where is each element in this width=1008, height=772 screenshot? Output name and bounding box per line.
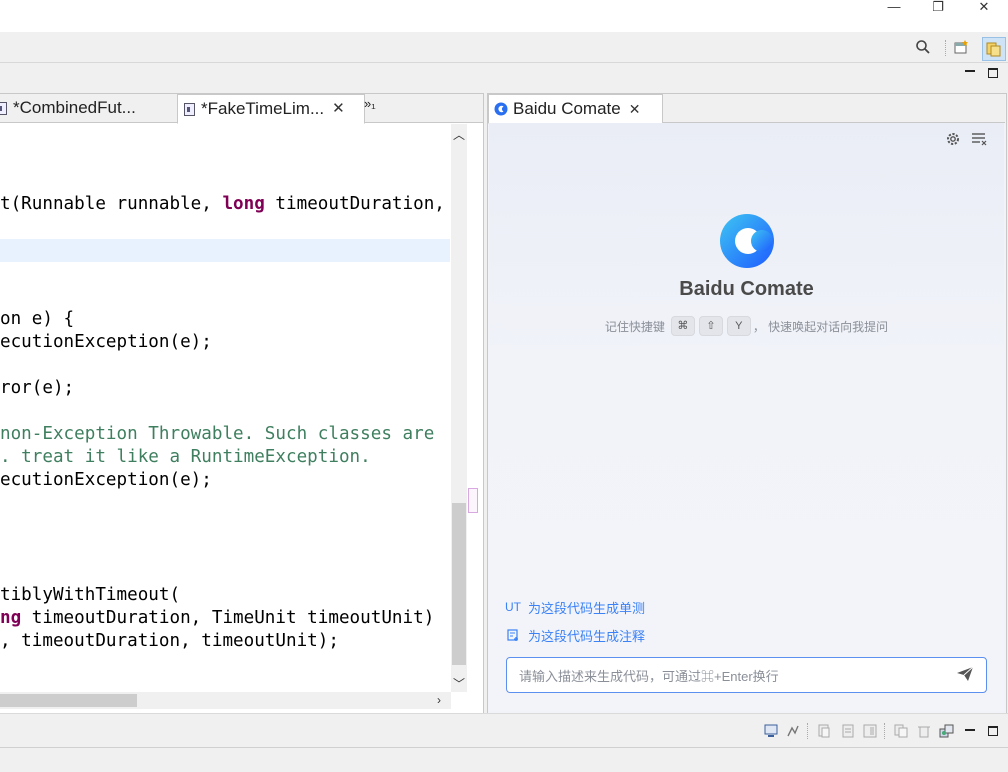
code-line: ecutionException(e); bbox=[0, 331, 212, 354]
chat-input[interactable] bbox=[517, 658, 941, 694]
code-token: on e) { bbox=[0, 309, 75, 329]
hierarchy-icon[interactable] bbox=[816, 723, 832, 739]
copy-icon[interactable] bbox=[893, 723, 909, 739]
task-list-icon[interactable] bbox=[785, 723, 801, 739]
close-tab-icon[interactable]: ✕ bbox=[629, 95, 641, 123]
java-file-icon bbox=[0, 101, 7, 115]
current-line-highlight bbox=[0, 239, 450, 262]
chat-input-box bbox=[506, 657, 987, 694]
java-perspective-icon bbox=[986, 42, 1001, 57]
add-comment-icon bbox=[506, 628, 520, 642]
console-icon[interactable] bbox=[763, 723, 779, 739]
code-token: tiblyWithTimeout( bbox=[0, 585, 181, 605]
code-token: long bbox=[222, 194, 265, 214]
code-line: ecutionException(e); bbox=[0, 469, 212, 492]
overview-ruler-marker[interactable] bbox=[468, 488, 478, 513]
bottom-trim-bar bbox=[0, 713, 1008, 748]
hint-prefix: 记住快捷键 bbox=[604, 319, 665, 334]
trim-separator bbox=[807, 723, 808, 739]
code-line: tiblyWithTimeout( bbox=[0, 584, 180, 607]
trim-separator bbox=[884, 723, 885, 739]
minimize-view-icon[interactable] bbox=[965, 729, 975, 731]
search-icon[interactable] bbox=[914, 38, 932, 56]
code-token: , timeoutDuration, timeoutUnit); bbox=[0, 631, 339, 651]
generate-unit-test-link[interactable]: UT 为这段代码生成单测 bbox=[505, 598, 646, 616]
code-line: non-Exception Throwable. Such classes ar… bbox=[0, 423, 434, 446]
code-line: on e) { bbox=[0, 308, 74, 331]
code-token: ecutionException(e); bbox=[0, 470, 212, 490]
tab-baidu-comate[interactable]: Baidu Comate ✕ bbox=[488, 94, 663, 124]
shift-key-badge: ⇧ bbox=[698, 316, 723, 336]
code-token: . treat it like a RuntimeException. bbox=[0, 447, 371, 467]
debug-icon[interactable] bbox=[939, 723, 955, 739]
toolbar-separator bbox=[945, 40, 947, 56]
code-line: . treat it like a RuntimeException. bbox=[0, 446, 371, 469]
comate-logo-icon bbox=[494, 102, 508, 116]
code-token: non-Exception Throwable. Such classes ar… bbox=[0, 424, 435, 444]
close-tab-icon[interactable]: ✕ bbox=[332, 95, 345, 123]
minimize-window-button[interactable]: — bbox=[884, 0, 904, 14]
tab-label: *CombinedFut... bbox=[13, 98, 136, 117]
code-area[interactable]: t(Runnable runnable, long timeoutDuratio… bbox=[0, 124, 450, 692]
code-token: timeoutDuration, TimeUnit timeoutUnit) bbox=[21, 608, 435, 628]
shortcut-hint: 记住快捷键 ⌘ ⇧ Y ， 快速唤起对话向我提问 bbox=[489, 316, 1004, 336]
command-key-badge: ⌘ bbox=[670, 316, 695, 336]
code-token: ecutionException(e); bbox=[0, 332, 212, 352]
vertical-scroll-thumb[interactable] bbox=[452, 503, 466, 665]
code-token: ng bbox=[0, 608, 22, 628]
send-icon[interactable] bbox=[956, 666, 974, 687]
code-line: , timeoutDuration, timeoutUnit); bbox=[0, 630, 339, 653]
type-hierarchy-icon[interactable] bbox=[862, 723, 878, 739]
code-line: t(Runnable runnable, long timeoutDuratio… bbox=[0, 193, 445, 216]
restore-window-button[interactable]: ❐ bbox=[928, 0, 948, 14]
more-tabs-button[interactable]: »₁ bbox=[364, 96, 376, 111]
scroll-right-icon[interactable]: › bbox=[437, 693, 441, 707]
maximize-view-icon[interactable] bbox=[988, 726, 998, 736]
tab-combined-futures[interactable]: *CombinedFut... bbox=[0, 94, 172, 122]
settings-gear-icon[interactable] bbox=[945, 131, 961, 152]
delete-icon[interactable] bbox=[916, 723, 932, 739]
window-title-bar bbox=[0, 0, 1008, 32]
scroll-down-icon[interactable]: ﹀ bbox=[453, 675, 465, 692]
generate-comment-link[interactable]: 为这段代码生成注释 bbox=[506, 626, 645, 644]
horizontal-scroll-thumb[interactable] bbox=[0, 694, 137, 707]
scroll-up-icon[interactable]: ︿ bbox=[453, 126, 465, 143]
minimize-view-icon[interactable] bbox=[965, 70, 975, 72]
unit-test-icon: UT bbox=[505, 600, 521, 614]
open-perspective-icon[interactable] bbox=[953, 38, 971, 56]
hint-suffix: ， 快速唤起对话向我提问 bbox=[752, 319, 889, 334]
maximize-view-icon[interactable] bbox=[988, 68, 998, 78]
clear-history-icon[interactable] bbox=[971, 132, 987, 151]
code-token: t(Runnable runnable, bbox=[0, 194, 223, 214]
comate-title: Baidu Comate bbox=[679, 278, 814, 300]
code-line: ror(e); bbox=[0, 377, 74, 400]
tab-label: *FakeTimeLim... bbox=[201, 99, 325, 118]
action-label: 为这段代码生成单测 bbox=[528, 600, 646, 616]
code-token: timeoutDuration, bbox=[264, 194, 445, 214]
code-token: ror(e); bbox=[0, 378, 75, 398]
java-perspective-button[interactable] bbox=[982, 37, 1006, 61]
outline-icon[interactable] bbox=[840, 723, 856, 739]
comate-brand-logo bbox=[718, 212, 776, 275]
action-label: 为这段代码生成注释 bbox=[528, 628, 646, 644]
tab-label: Baidu Comate bbox=[513, 99, 621, 118]
code-line: ng timeoutDuration, TimeUnit timeoutUnit… bbox=[0, 607, 434, 630]
close-window-button[interactable]: ✕ bbox=[974, 0, 994, 14]
tab-fake-time-limiter[interactable]: *FakeTimeLim... ✕ bbox=[177, 94, 365, 124]
y-key-badge: Y bbox=[726, 316, 751, 336]
java-file-icon bbox=[184, 102, 195, 116]
main-toolbar bbox=[0, 32, 1008, 63]
status-bar bbox=[0, 747, 1008, 772]
